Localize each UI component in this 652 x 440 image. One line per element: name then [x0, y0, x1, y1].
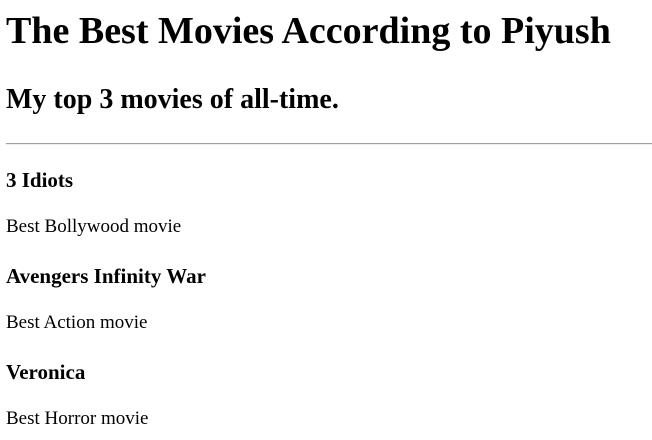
movie-entry: Veronica Best Horror movie [6, 360, 652, 430]
divider [6, 143, 652, 145]
movie-description: Best Horror movie [6, 408, 149, 429]
page-title: The Best Movies According to Piyush [6, 10, 611, 52]
movie-title: Veronica [6, 360, 86, 384]
movie-entry: 3 Idiots Best Bollywood movie [6, 168, 652, 238]
movie-entry: Avengers Infinity War Best Action movie [6, 264, 652, 334]
page-content: The Best Movies According to Piyush My t… [0, 0, 652, 430]
page-subtitle: My top 3 movies of all-time. [6, 84, 339, 115]
movie-title: 3 Idiots [6, 168, 74, 192]
movie-description: Best Action movie [6, 312, 148, 333]
movie-description: Best Bollywood movie [6, 216, 182, 237]
movie-title: Avengers Infinity War [6, 264, 206, 288]
